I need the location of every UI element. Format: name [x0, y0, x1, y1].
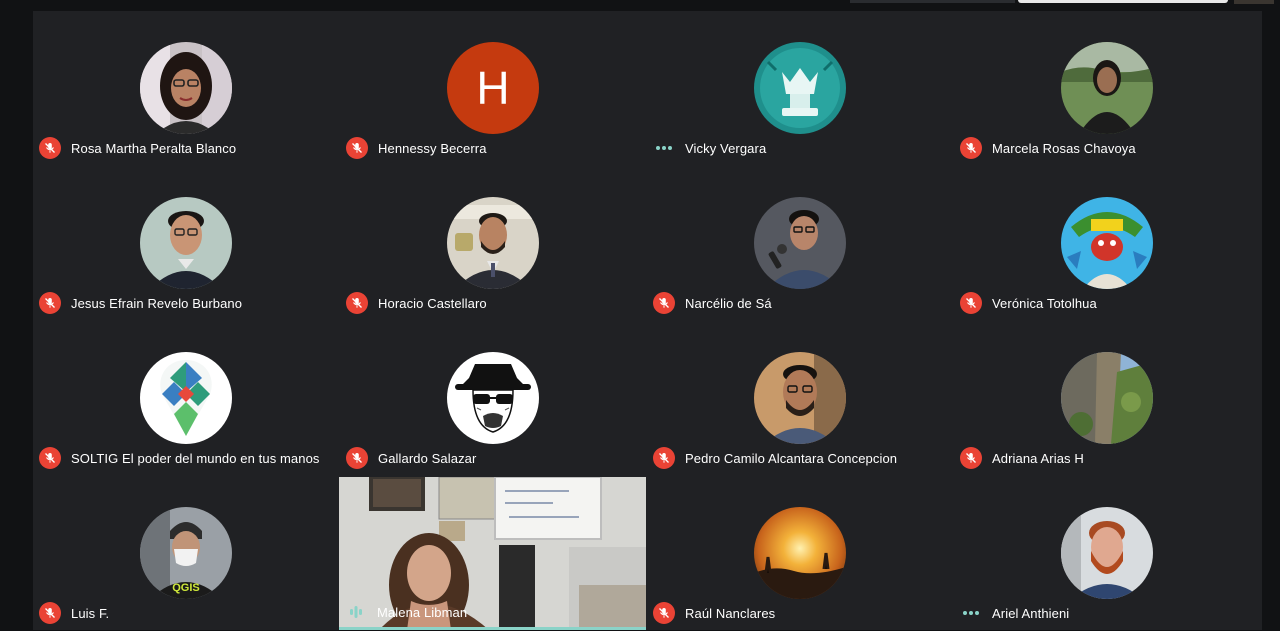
participant-avatar: [754, 352, 846, 444]
participant-avatar: H: [447, 42, 539, 134]
participant-nameplate: Malena Libman: [345, 601, 467, 623]
participant-name: Gallardo Salazar: [378, 450, 477, 466]
participant-name: Malena Libman: [377, 604, 468, 620]
participant-avatar: [1061, 42, 1153, 134]
participant-avatar: [1061, 507, 1153, 599]
connecting-dots-icon: [653, 137, 675, 159]
mic-off-icon: [960, 137, 982, 159]
top-toolbar-strip: [0, 0, 1280, 10]
mic-off-icon: [960, 447, 982, 469]
participant-nameplate: Hennessy Becerra: [346, 137, 487, 159]
participant-nameplate: Rosa Martha Peralta Blanco: [39, 137, 236, 159]
participant-name: Marcela Rosas Chavoya: [992, 140, 1136, 156]
participant-nameplate: Narcélio de Sá: [653, 292, 772, 314]
participant-tile[interactable]: Narcélio de Sá: [647, 166, 954, 321]
connecting-dots-icon: [960, 602, 982, 624]
participant-nameplate: Vicky Vergara: [653, 137, 766, 159]
mic-off-icon: [346, 292, 368, 314]
participant-tile[interactable]: Horacio Castellaro: [340, 166, 647, 321]
participant-grid: Rosa Martha Peralta Blanco H Hennessy Be…: [33, 11, 1262, 630]
participant-nameplate: SOLTIG El poder del mundo en tus manos: [39, 447, 320, 469]
participant-tile[interactable]: Ariel Anthieni: [954, 476, 1261, 631]
participant-tile[interactable]: Gallardo Salazar: [340, 321, 647, 476]
participant-nameplate: Ariel Anthieni: [960, 602, 1069, 624]
participant-nameplate: Jesus Efrain Revelo Burbano: [39, 292, 242, 314]
participant-tile[interactable]: Jesus Efrain Revelo Burbano: [33, 166, 340, 321]
participant-name: Rosa Martha Peralta Blanco: [71, 140, 237, 156]
mic-off-icon: [39, 602, 61, 624]
participant-name: Hennessy Becerra: [378, 140, 487, 156]
participant-avatar: QGIS: [140, 507, 232, 599]
participant-tile[interactable]: Verónica Totolhua: [954, 166, 1261, 321]
participant-tile[interactable]: QGIS Luis F.: [33, 476, 340, 631]
avatar-initial: H: [476, 62, 509, 114]
participant-avatar: [447, 352, 539, 444]
participant-tile[interactable]: Pedro Camilo Alcantara Concepcion: [647, 321, 954, 476]
participant-tile[interactable]: Adriana Arias H: [954, 321, 1261, 476]
mic-off-icon: [39, 292, 61, 314]
participant-avatar: [1061, 197, 1153, 289]
participant-nameplate: Verónica Totolhua: [960, 292, 1097, 314]
mic-off-icon: [653, 602, 675, 624]
participant-avatar: [140, 197, 232, 289]
participant-avatar: [140, 352, 232, 444]
mic-off-icon: [346, 447, 368, 469]
participant-tile[interactable]: SOLTIG El poder del mundo en tus manos: [33, 321, 340, 476]
participant-tile[interactable]: Rosa Martha Peralta Blanco: [33, 11, 340, 166]
participant-avatar: [140, 42, 232, 134]
participant-tile[interactable]: Marcela Rosas Chavoya: [954, 11, 1261, 166]
participant-name: Verónica Totolhua: [992, 295, 1097, 311]
mic-off-icon: [653, 292, 675, 314]
toolbar-icons: [1234, 0, 1274, 4]
participant-nameplate: Horacio Castellaro: [346, 292, 487, 314]
participant-nameplate: Pedro Camilo Alcantara Concepcion: [653, 447, 897, 469]
participant-nameplate: Marcela Rosas Chavoya: [960, 137, 1136, 159]
participant-nameplate: Gallardo Salazar: [346, 447, 476, 469]
speaking-indicator-icon: [345, 601, 367, 623]
participant-tile[interactable]: Vicky Vergara: [647, 11, 954, 166]
mic-off-icon: [960, 292, 982, 314]
participant-name: Narcélio de Sá: [685, 295, 772, 311]
participant-name: Vicky Vergara: [685, 140, 767, 156]
participant-name: Raúl Nanclares: [685, 605, 776, 621]
participant-avatar: [754, 42, 846, 134]
participant-name: Ariel Anthieni: [992, 605, 1070, 621]
mic-off-icon: [346, 137, 368, 159]
mic-off-icon: [39, 447, 61, 469]
participant-nameplate: Luis F.: [39, 602, 109, 624]
mic-off-icon: [653, 447, 675, 469]
participant-name: Adriana Arias H: [992, 450, 1084, 466]
participant-avatar: [754, 197, 846, 289]
participant-tile[interactable]: H Hennessy Becerra: [340, 11, 647, 166]
participant-video-tile[interactable]: Malena Libman: [339, 477, 646, 630]
participant-avatar: [447, 197, 539, 289]
participant-tile[interactable]: Raúl Nanclares: [647, 476, 954, 631]
participant-name: Luis F.: [71, 605, 110, 621]
participant-avatar: [754, 507, 846, 599]
participant-nameplate: Adriana Arias H: [960, 447, 1084, 469]
svg-text:QGIS: QGIS: [172, 582, 200, 594]
toolbar-segment: [850, 0, 1015, 3]
participant-name: SOLTIG El poder del mundo en tus manos: [71, 450, 320, 466]
toolbar-bar: [1018, 0, 1228, 3]
participant-avatar: [1061, 352, 1153, 444]
mic-off-icon: [39, 137, 61, 159]
participant-name: Jesus Efrain Revelo Burbano: [71, 295, 243, 311]
participant-nameplate: Raúl Nanclares: [653, 602, 775, 624]
participant-name: Pedro Camilo Alcantara Concepcion: [685, 450, 898, 466]
participant-name: Horacio Castellaro: [378, 295, 487, 311]
